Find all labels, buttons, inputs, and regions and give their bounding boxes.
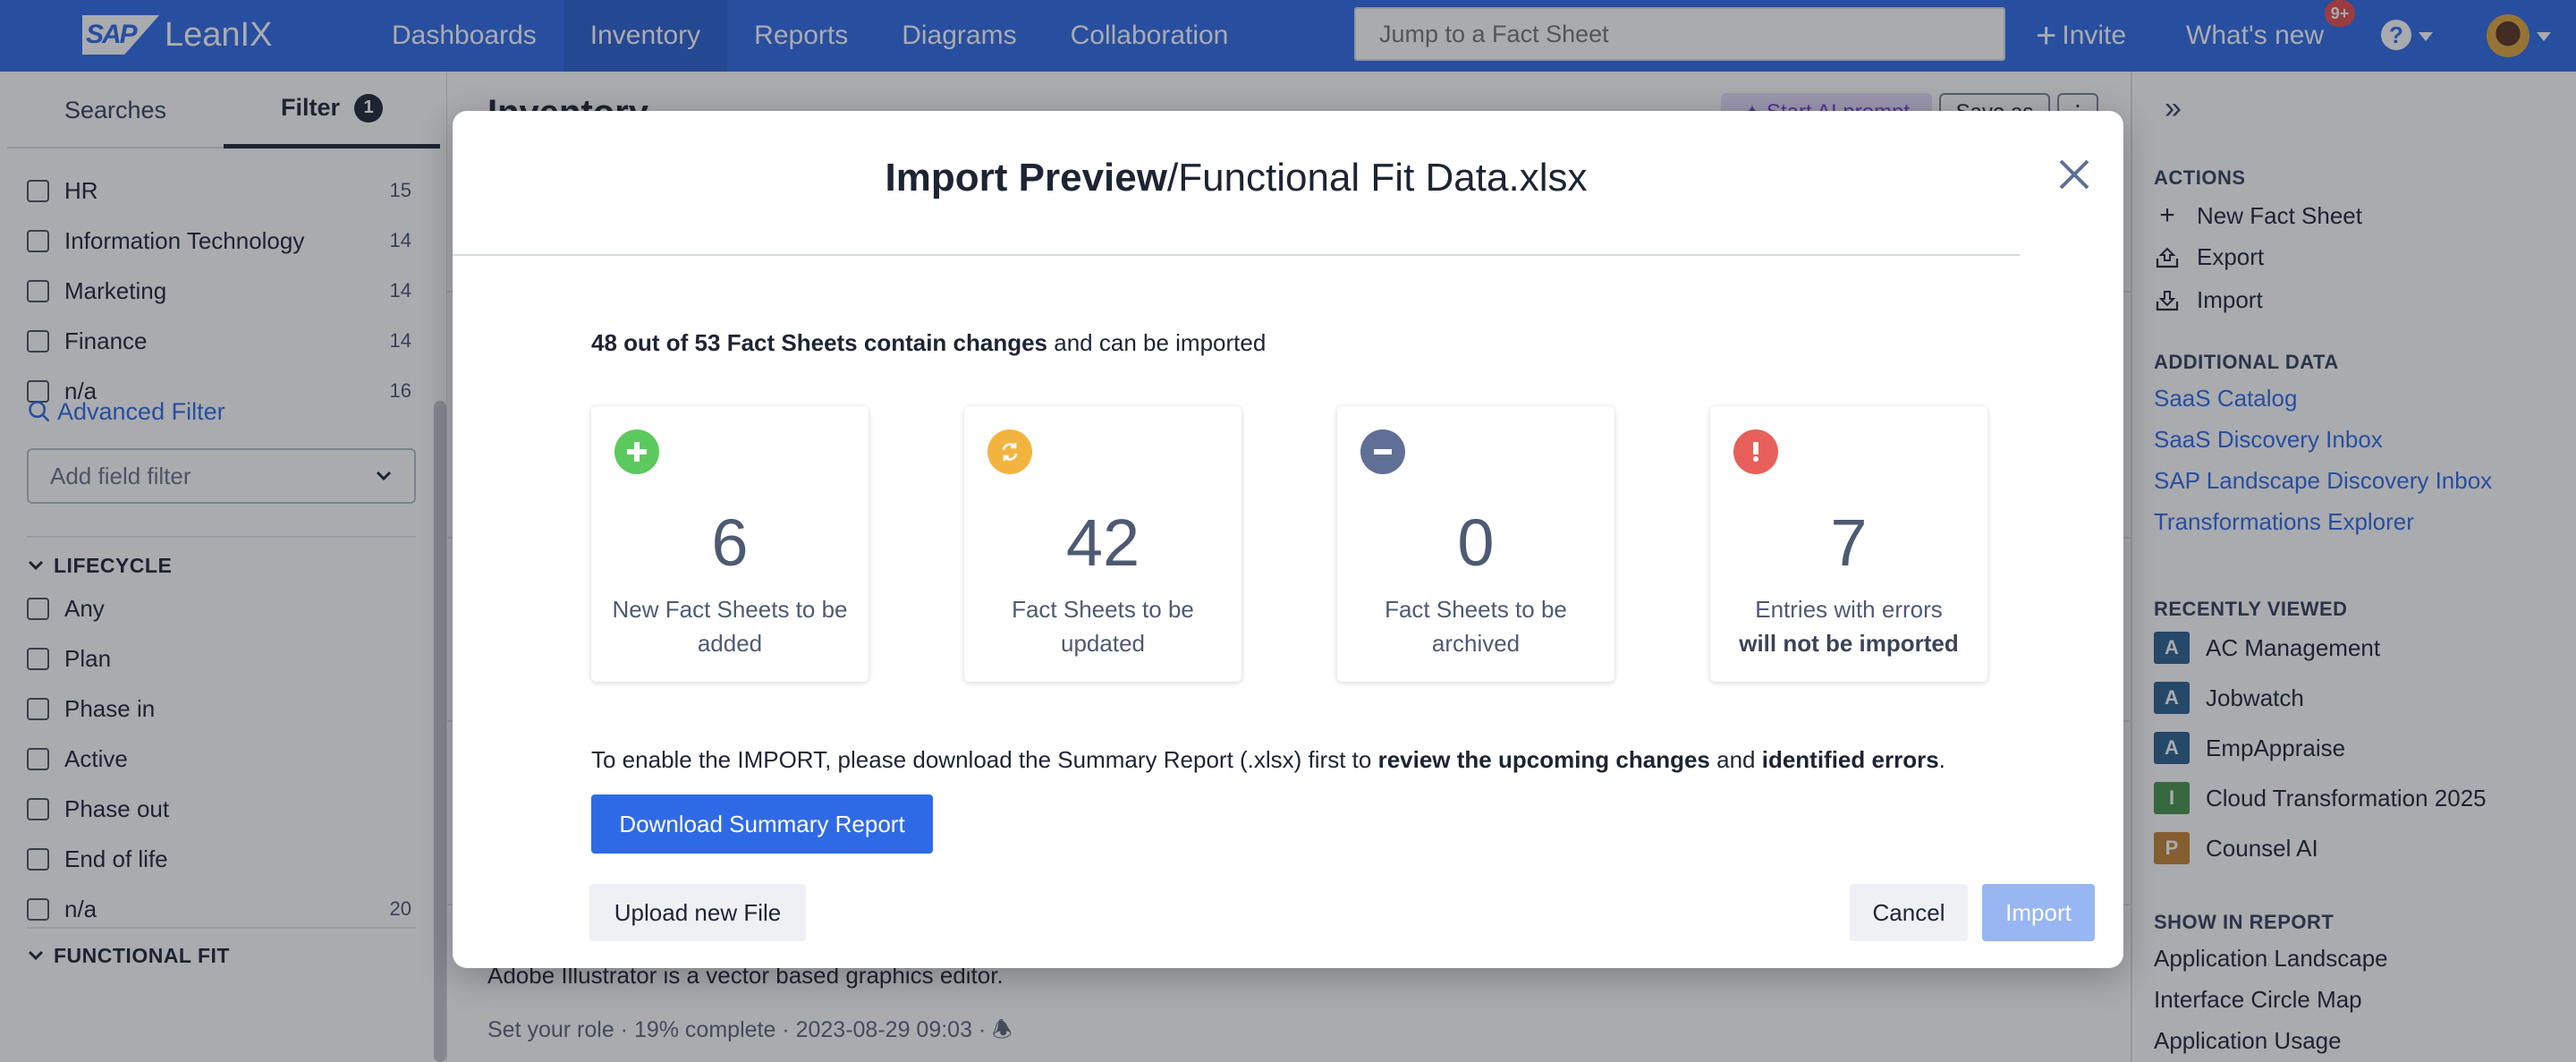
dialog-divider	[453, 254, 2020, 256]
updated-fact-sheets-card: 42 Fact Sheets to be updated	[964, 406, 1241, 682]
close-icon[interactable]	[2054, 154, 2095, 195]
card-label-text: Entries with errors	[1755, 596, 1943, 623]
cancel-button[interactable]: Cancel	[1850, 884, 1968, 941]
instruction-bold: identified errors	[1761, 746, 1939, 773]
upload-new-file-button[interactable]: Upload new File	[589, 884, 806, 941]
error-entries-card: 7 Entries with errors will not be import…	[1710, 406, 1987, 682]
card-label-bold: will not be imported	[1739, 630, 1959, 657]
card-label: Fact Sheets to be archived	[1385, 596, 1567, 657]
instruction-text: To enable the IMPORT, please download th…	[591, 746, 1378, 773]
card-label: Entries with errors will not be imported	[1724, 592, 1973, 660]
dialog-title-bold: Import Preview	[885, 156, 1167, 200]
download-summary-report-button[interactable]: Download Summary Report	[591, 794, 933, 854]
card-label: Fact Sheets to be updated	[1012, 596, 1194, 657]
import-button: Import	[1982, 884, 2095, 941]
card-label: New Fact Sheets to be added	[612, 596, 848, 657]
instruction-text: and	[1709, 746, 1762, 773]
card-value: 6	[711, 506, 749, 580]
summary-bold: 48 out of 53 Fact Sheets contain changes	[591, 329, 1048, 356]
card-value: 0	[1457, 506, 1495, 580]
dialog-title: Import Preview/Functional Fit Data.xlsx	[453, 156, 2020, 200]
minus-circle-icon	[1360, 429, 1405, 474]
card-value: 42	[1065, 506, 1140, 580]
dialog-title-filename: /Functional Fit Data.xlsx	[1166, 156, 1588, 200]
archived-fact-sheets-card: 0 Fact Sheets to be archived	[1337, 406, 1614, 682]
import-preview-dialog: Import Preview/Functional Fit Data.xlsx …	[453, 111, 2123, 968]
exclamation-circle-icon	[1733, 429, 1778, 474]
refresh-circle-icon	[987, 429, 1032, 474]
import-summary-text: 48 out of 53 Fact Sheets contain changes…	[591, 329, 1266, 357]
plus-circle-icon	[614, 429, 659, 474]
card-value: 7	[1830, 506, 1868, 580]
new-fact-sheets-card: 6 New Fact Sheets to be added	[591, 406, 869, 682]
enable-import-instructions: To enable the IMPORT, please download th…	[591, 746, 1945, 774]
instruction-bold: review the upcoming changes	[1377, 746, 1710, 773]
instruction-text: .	[1938, 746, 1945, 773]
summary-rest: and can be imported	[1047, 329, 1267, 356]
